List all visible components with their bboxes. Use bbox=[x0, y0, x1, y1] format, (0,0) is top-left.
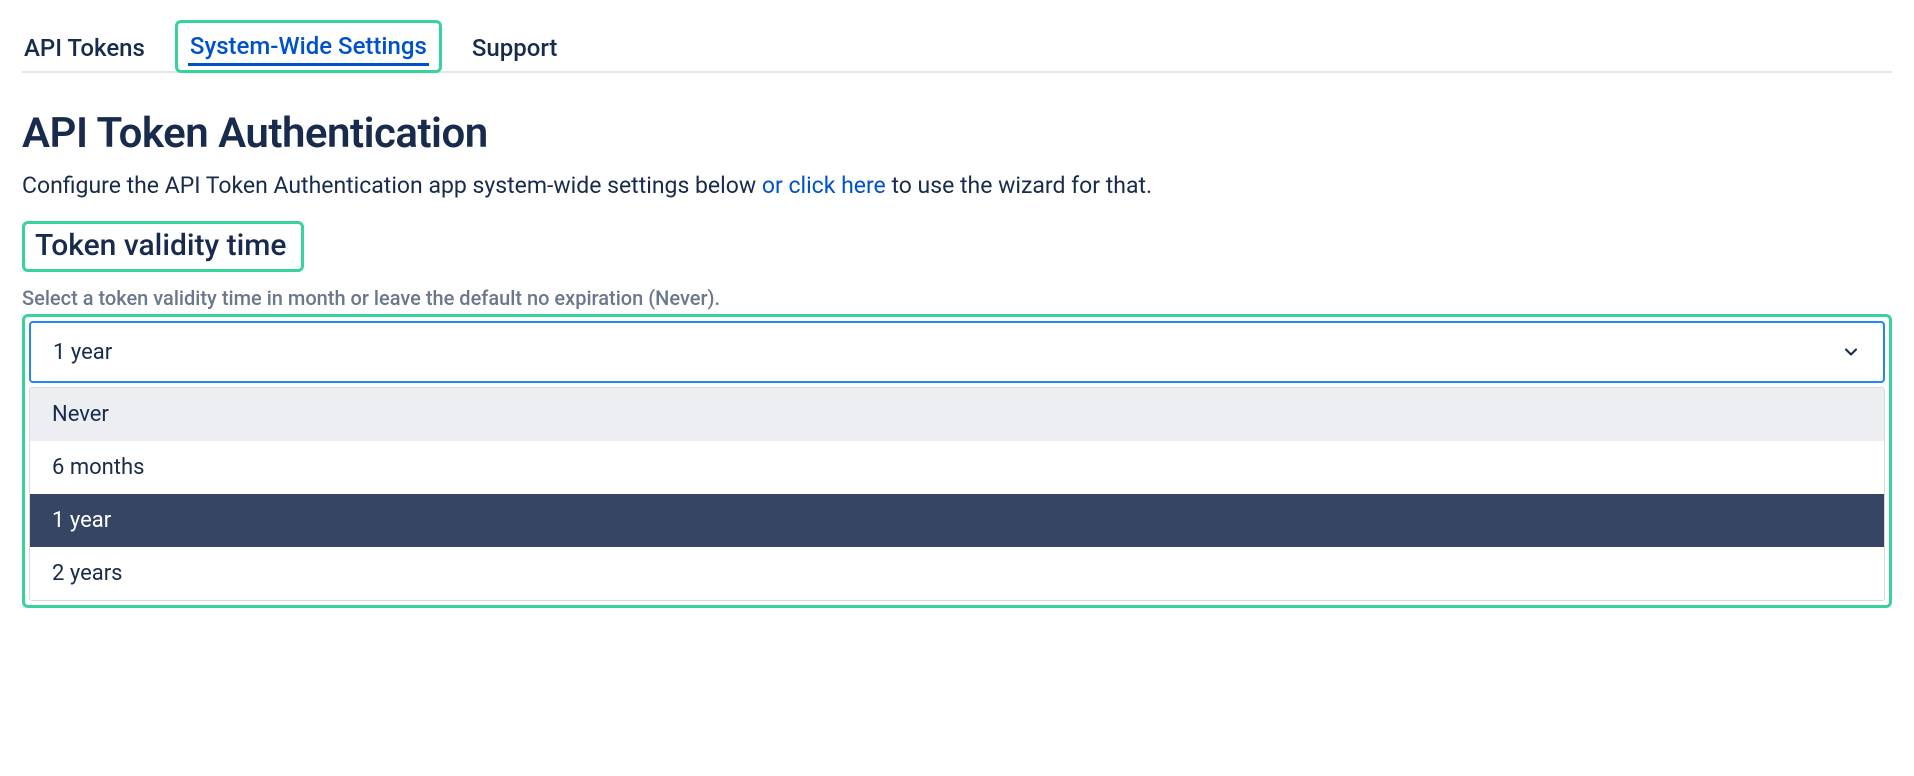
chevron-down-icon bbox=[1841, 342, 1861, 362]
token-validity-select-highlight: 1 year Never 6 months 1 year 2 years bbox=[22, 314, 1892, 608]
tab-bar: API Tokens System-Wide Settings Support bbox=[22, 20, 1892, 73]
option-2-years[interactable]: 2 years bbox=[30, 547, 1884, 600]
tab-system-wide-settings[interactable]: System-Wide Settings bbox=[188, 27, 429, 66]
option-1-year[interactable]: 1 year bbox=[30, 494, 1884, 547]
page-subtitle: Configure the API Token Authentication a… bbox=[22, 172, 1892, 199]
select-current-value: 1 year bbox=[53, 340, 112, 365]
subtitle-suffix: to use the wizard for that. bbox=[886, 172, 1152, 199]
tab-system-wide-highlight: System-Wide Settings bbox=[175, 20, 442, 73]
page-title: API Token Authentication bbox=[22, 109, 1892, 158]
token-validity-select[interactable]: 1 year bbox=[29, 321, 1885, 383]
section-heading: Token validity time bbox=[35, 228, 287, 263]
option-never[interactable]: Never bbox=[30, 388, 1884, 441]
section-heading-highlight: Token validity time bbox=[22, 221, 304, 272]
token-validity-dropdown: Never 6 months 1 year 2 years bbox=[29, 387, 1885, 601]
tab-support[interactable]: Support bbox=[470, 29, 560, 71]
option-6-months[interactable]: 6 months bbox=[30, 441, 1884, 494]
tab-api-tokens[interactable]: API Tokens bbox=[22, 29, 147, 71]
subtitle-prefix: Configure the API Token Authentication a… bbox=[22, 172, 762, 199]
subtitle-wizard-link[interactable]: or click here bbox=[762, 172, 886, 199]
section-help-text: Select a token validity time in month or… bbox=[22, 286, 1892, 310]
